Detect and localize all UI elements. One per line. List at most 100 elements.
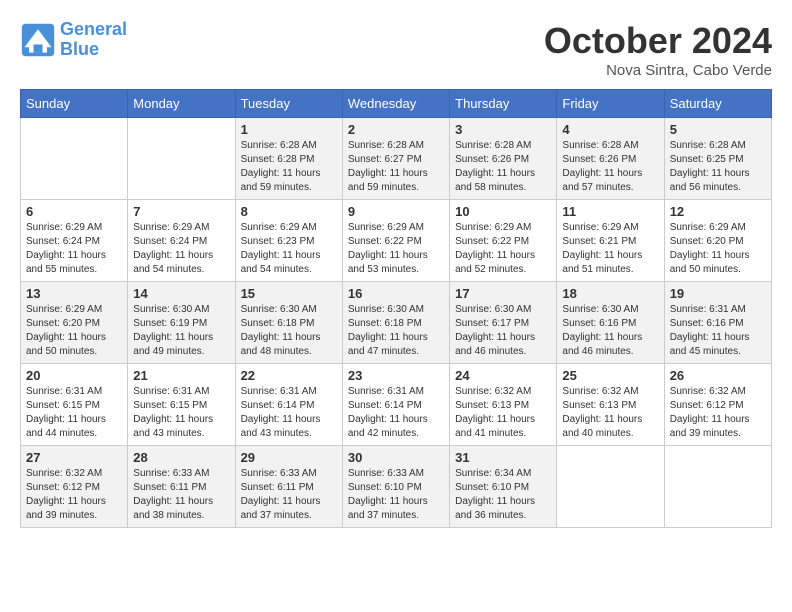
logo-icon — [20, 22, 56, 58]
day-number: 29 — [241, 450, 337, 465]
calendar-cell: 16 Sunrise: 6:30 AM Sunset: 6:18 PM Dayli… — [342, 282, 449, 364]
calendar-cell: 20 Sunrise: 6:31 AM Sunset: 6:15 PM Dayli… — [21, 364, 128, 446]
page-header: General Blue October 2024 Nova Sintra, C… — [20, 20, 772, 79]
day-number: 2 — [348, 122, 444, 137]
calendar-cell: 7Sunrise: 6:29 AM Sunset: 6:24 PM Daylig… — [128, 200, 235, 282]
day-number: 8 — [241, 204, 337, 219]
day-number: 11 — [562, 204, 658, 219]
calendar-cell: 31 Sunrise: 6:34 AM Sunset: 6:10 PM Dayli… — [450, 446, 557, 528]
calendar-cell: 26Sunrise: 6:32 AM Sunset: 6:12 PM Dayli… — [664, 364, 771, 446]
day-info: Sunrise: 6:32 AM Sunset: 6:13 PM Dayligh… — [455, 385, 551, 441]
day-info: Sunrise: 6:28 AM Sunset: 6:27 PM Dayligh… — [348, 139, 444, 195]
calendar-cell — [21, 118, 128, 200]
day-info: Sunrise: 6:29 AM Sunset: 6:20 PM Dayligh… — [26, 303, 122, 359]
calendar-cell: 12 Sunrise: 6:29 AM Sunset: 6:20 PM Dayli… — [664, 200, 771, 282]
day-number: 16 — [348, 286, 444, 301]
calendar-cell: 22 Sunrise: 6:31 AM Sunset: 6:14 PM Dayli… — [235, 364, 342, 446]
day-info: Sunrise: 6:29 AM Sunset: 6:24 PM Dayligh… — [26, 221, 122, 277]
weekday-header-cell: Saturday — [664, 90, 771, 118]
title-block: October 2024 Nova Sintra, Cabo Verde — [544, 20, 772, 79]
day-info: Sunrise: 6:30 AM Sunset: 6:18 PM Dayligh… — [348, 303, 444, 359]
day-number: 25 — [562, 368, 658, 383]
day-info: Sunrise: 6:30 AM Sunset: 6:18 PM Dayligh… — [241, 303, 337, 359]
day-number: 23 — [348, 368, 444, 383]
location: Nova Sintra, Cabo Verde — [544, 62, 772, 79]
day-info: Sunrise: 6:32 AM Sunset: 6:12 PM Dayligh… — [670, 385, 766, 441]
day-number: 5 — [670, 122, 766, 137]
calendar-cell: 15 Sunrise: 6:30 AM Sunset: 6:18 PM Dayli… — [235, 282, 342, 364]
day-number: 17 — [455, 286, 551, 301]
day-info: Sunrise: 6:29 AM Sunset: 6:22 PM Dayligh… — [348, 221, 444, 277]
calendar-cell: 29 Sunrise: 6:33 AM Sunset: 6:11 PM Dayli… — [235, 446, 342, 528]
day-number: 6 — [26, 204, 122, 219]
calendar-week-row: 20 Sunrise: 6:31 AM Sunset: 6:15 PM Dayli… — [21, 364, 772, 446]
day-info: Sunrise: 6:30 AM Sunset: 6:16 PM Dayligh… — [562, 303, 658, 359]
calendar-cell: 24Sunrise: 6:32 AM Sunset: 6:13 PM Dayli… — [450, 364, 557, 446]
day-info: Sunrise: 6:34 AM Sunset: 6:10 PM Dayligh… — [455, 467, 551, 523]
calendar-cell: 17 Sunrise: 6:30 AM Sunset: 6:17 PM Dayli… — [450, 282, 557, 364]
day-info: Sunrise: 6:31 AM Sunset: 6:15 PM Dayligh… — [133, 385, 229, 441]
calendar-week-row: 27 Sunrise: 6:32 AM Sunset: 6:12 PM Dayli… — [21, 446, 772, 528]
calendar-cell: 4 Sunrise: 6:28 AM Sunset: 6:26 PM Daylig… — [557, 118, 664, 200]
calendar-week-row: 13 Sunrise: 6:29 AM Sunset: 6:20 PM Dayli… — [21, 282, 772, 364]
calendar-cell: 3 Sunrise: 6:28 AM Sunset: 6:26 PM Daylig… — [450, 118, 557, 200]
calendar-body: 1 Sunrise: 6:28 AM Sunset: 6:28 PM Daylig… — [21, 118, 772, 528]
day-info: Sunrise: 6:30 AM Sunset: 6:17 PM Dayligh… — [455, 303, 551, 359]
day-info: Sunrise: 6:32 AM Sunset: 6:12 PM Dayligh… — [26, 467, 122, 523]
weekday-header-cell: Wednesday — [342, 90, 449, 118]
day-number: 1 — [241, 122, 337, 137]
day-number: 18 — [562, 286, 658, 301]
calendar-cell: 13 Sunrise: 6:29 AM Sunset: 6:20 PM Dayli… — [21, 282, 128, 364]
calendar-cell: 23 Sunrise: 6:31 AM Sunset: 6:14 PM Dayli… — [342, 364, 449, 446]
day-number: 31 — [455, 450, 551, 465]
month-title: October 2024 — [544, 20, 772, 62]
day-info: Sunrise: 6:28 AM Sunset: 6:26 PM Dayligh… — [455, 139, 551, 195]
day-info: Sunrise: 6:33 AM Sunset: 6:10 PM Dayligh… — [348, 467, 444, 523]
weekday-header-cell: Tuesday — [235, 90, 342, 118]
calendar-cell: 18 Sunrise: 6:30 AM Sunset: 6:16 PM Dayli… — [557, 282, 664, 364]
calendar-cell: 19Sunrise: 6:31 AM Sunset: 6:16 PM Dayli… — [664, 282, 771, 364]
day-info: Sunrise: 6:30 AM Sunset: 6:19 PM Dayligh… — [133, 303, 229, 359]
day-info: Sunrise: 6:29 AM Sunset: 6:24 PM Dayligh… — [133, 221, 229, 277]
calendar-cell: 25Sunrise: 6:32 AM Sunset: 6:13 PM Dayli… — [557, 364, 664, 446]
calendar-cell: 5 Sunrise: 6:28 AM Sunset: 6:25 PM Daylig… — [664, 118, 771, 200]
day-number: 3 — [455, 122, 551, 137]
calendar-week-row: 1 Sunrise: 6:28 AM Sunset: 6:28 PM Daylig… — [21, 118, 772, 200]
day-number: 15 — [241, 286, 337, 301]
day-number: 12 — [670, 204, 766, 219]
day-number: 9 — [348, 204, 444, 219]
calendar-cell: 27 Sunrise: 6:32 AM Sunset: 6:12 PM Dayli… — [21, 446, 128, 528]
day-info: Sunrise: 6:29 AM Sunset: 6:22 PM Dayligh… — [455, 221, 551, 277]
day-info: Sunrise: 6:31 AM Sunset: 6:14 PM Dayligh… — [241, 385, 337, 441]
day-info: Sunrise: 6:29 AM Sunset: 6:23 PM Dayligh… — [241, 221, 337, 277]
calendar-cell: 11Sunrise: 6:29 AM Sunset: 6:21 PM Dayli… — [557, 200, 664, 282]
day-number: 10 — [455, 204, 551, 219]
calendar-cell: 8 Sunrise: 6:29 AM Sunset: 6:23 PM Daylig… — [235, 200, 342, 282]
day-number: 20 — [26, 368, 122, 383]
calendar-table: SundayMondayTuesdayWednesdayThursdayFrid… — [20, 89, 772, 528]
calendar-cell: 28Sunrise: 6:33 AM Sunset: 6:11 PM Dayli… — [128, 446, 235, 528]
calendar-cell — [664, 446, 771, 528]
calendar-cell: 30Sunrise: 6:33 AM Sunset: 6:10 PM Dayli… — [342, 446, 449, 528]
day-number: 22 — [241, 368, 337, 383]
day-info: Sunrise: 6:28 AM Sunset: 6:26 PM Dayligh… — [562, 139, 658, 195]
day-info: Sunrise: 6:33 AM Sunset: 6:11 PM Dayligh… — [241, 467, 337, 523]
calendar-week-row: 6 Sunrise: 6:29 AM Sunset: 6:24 PM Daylig… — [21, 200, 772, 282]
day-info: Sunrise: 6:29 AM Sunset: 6:20 PM Dayligh… — [670, 221, 766, 277]
day-number: 21 — [133, 368, 229, 383]
weekday-header-cell: Friday — [557, 90, 664, 118]
day-info: Sunrise: 6:31 AM Sunset: 6:16 PM Dayligh… — [670, 303, 766, 359]
day-number: 4 — [562, 122, 658, 137]
day-info: Sunrise: 6:31 AM Sunset: 6:15 PM Dayligh… — [26, 385, 122, 441]
day-number: 13 — [26, 286, 122, 301]
weekday-header-cell: Sunday — [21, 90, 128, 118]
calendar-cell: 21 Sunrise: 6:31 AM Sunset: 6:15 PM Dayli… — [128, 364, 235, 446]
logo: General Blue — [20, 20, 127, 60]
calendar-cell — [128, 118, 235, 200]
day-info: Sunrise: 6:28 AM Sunset: 6:28 PM Dayligh… — [241, 139, 337, 195]
day-info: Sunrise: 6:28 AM Sunset: 6:25 PM Dayligh… — [670, 139, 766, 195]
day-number: 27 — [26, 450, 122, 465]
calendar-cell: 1 Sunrise: 6:28 AM Sunset: 6:28 PM Daylig… — [235, 118, 342, 200]
day-info: Sunrise: 6:31 AM Sunset: 6:14 PM Dayligh… — [348, 385, 444, 441]
calendar-cell: 2 Sunrise: 6:28 AM Sunset: 6:27 PM Daylig… — [342, 118, 449, 200]
